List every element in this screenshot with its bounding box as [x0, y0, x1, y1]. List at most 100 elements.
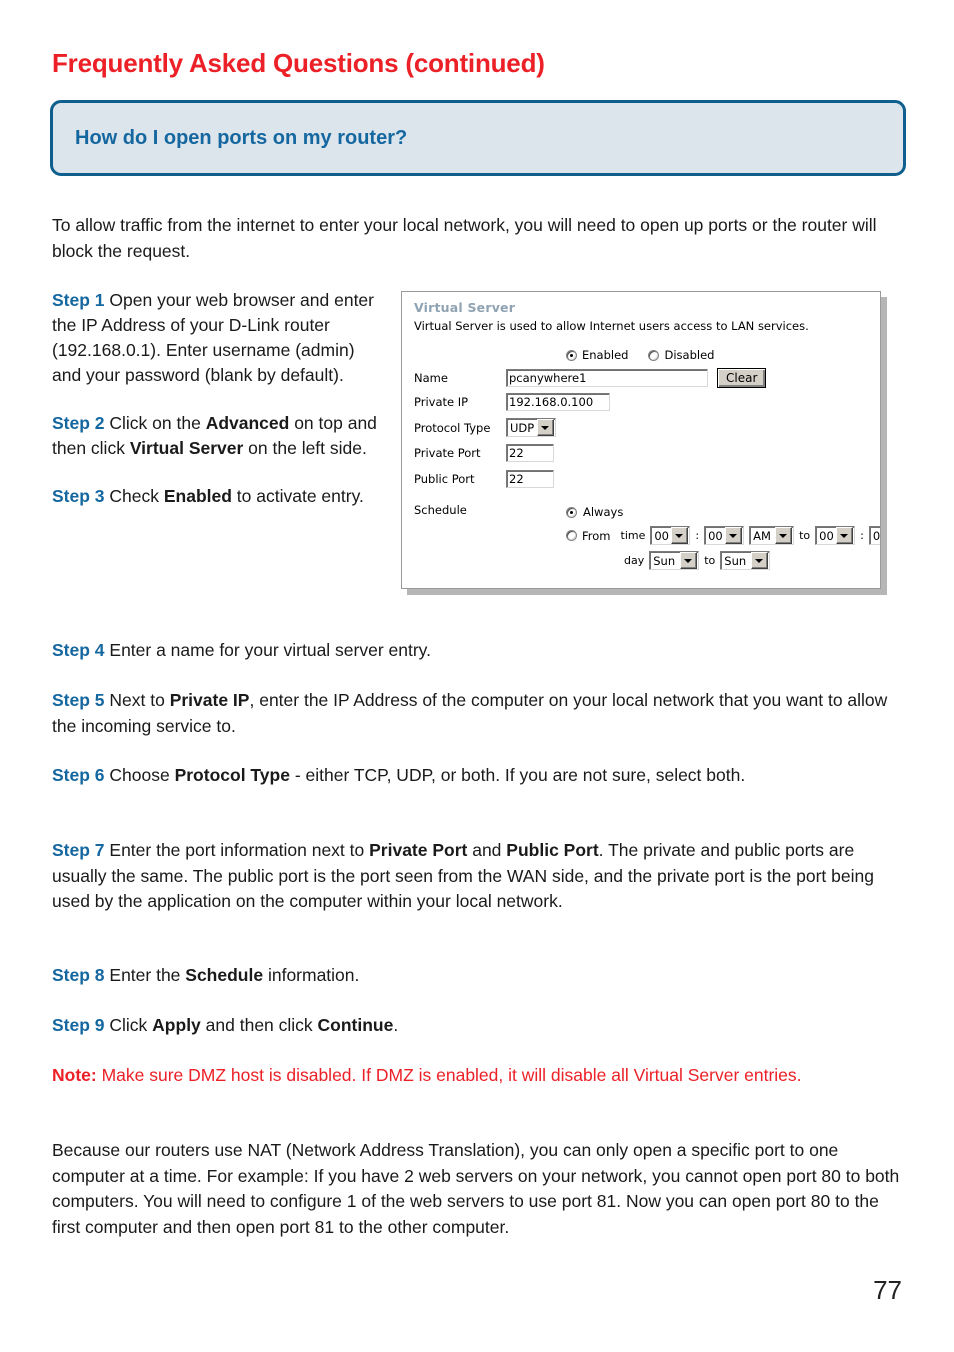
step-1: Step 1 Open your web browser and enter t…	[52, 288, 382, 388]
step-7-bold-public-port: Public Port	[506, 840, 599, 860]
public-port-input[interactable]: 22	[506, 470, 554, 488]
schedule-label: Schedule	[414, 503, 467, 517]
step-7-text-a: Enter the port information next to	[104, 840, 370, 860]
enable-disable-radio-group: Enabled Disabled	[566, 348, 714, 362]
private-ip-row: Private IP 192.168.0.100	[414, 393, 610, 411]
always-radio-label: Always	[583, 505, 624, 519]
from-minute-select[interactable]: 00	[704, 526, 745, 545]
note-text: Make sure DMZ host is disabled. If DMZ i…	[96, 1065, 802, 1085]
clear-button[interactable]: Clear	[717, 368, 767, 388]
to-hour-value: 00	[819, 528, 834, 543]
disabled-radio-label: Disabled	[664, 348, 715, 362]
schedule-day-row: day Sun to Sun	[624, 551, 771, 570]
step-9: Step 9 Click Apply and then click Contin…	[52, 1013, 904, 1039]
step-6: Step 6 Choose Protocol Type - either TCP…	[52, 763, 904, 789]
step-8-label: Step 8	[52, 965, 105, 985]
to-minute-value: 00	[872, 528, 881, 543]
chevron-down-icon[interactable]	[751, 552, 769, 569]
step-3: Step 3 Check Enabled to activate entry.	[52, 484, 382, 509]
disabled-radio[interactable]	[648, 349, 660, 361]
step-5-text-a: Next to	[104, 690, 170, 710]
from-day-select[interactable]: Sun	[649, 551, 700, 570]
note-label: Note:	[52, 1065, 97, 1085]
step-3-text-c: to activate entry.	[231, 486, 364, 506]
step-5-label: Step 5	[52, 690, 105, 710]
name-row: Name pcanywhere1 Clear	[414, 368, 767, 388]
enabled-radio-label: Enabled	[582, 348, 629, 362]
step-9-text-c: .	[393, 1015, 399, 1035]
step-2-label: Step 2	[52, 413, 105, 433]
name-input[interactable]: pcanywhere1	[506, 369, 708, 387]
step-3-bold-enabled: Enabled	[163, 486, 232, 506]
private-port-input[interactable]: 22	[506, 444, 554, 462]
public-port-label: Public Port	[414, 472, 475, 486]
intro-paragraph: To allow traffic from the internet to en…	[52, 215, 877, 261]
chevron-down-icon[interactable]	[680, 552, 698, 569]
from-minute-value: 00	[708, 528, 723, 543]
chevron-down-icon[interactable]	[671, 527, 689, 544]
schedule-row: Schedule	[414, 503, 506, 517]
from-radio-label: From	[582, 528, 611, 543]
step-2-bold-advanced: Advanced	[205, 413, 290, 433]
step-5-bold-private-ip: Private IP	[169, 690, 250, 710]
from-hour-select[interactable]: 00	[650, 526, 691, 545]
from-day-value: Sun	[653, 553, 676, 568]
step-7-label: Step 7	[52, 840, 105, 860]
step-2-bold-virtual-server: Virtual Server	[129, 438, 244, 458]
private-ip-input[interactable]: 192.168.0.100	[506, 393, 610, 411]
enabled-radio[interactable]	[566, 349, 577, 361]
day-to-label: to	[704, 554, 716, 567]
step-7-text-b: and	[467, 840, 507, 860]
note-block: Note: Make sure DMZ host is disabled. If…	[52, 1063, 904, 1089]
question-heading: How do I open ports on my router?	[75, 126, 408, 149]
time-colon-1: :	[695, 529, 700, 542]
step-9-bold-apply: Apply	[152, 1015, 201, 1035]
time-colon-2: :	[860, 529, 864, 542]
step-9-text-b: and then click	[200, 1015, 318, 1035]
always-radio[interactable]	[566, 506, 577, 518]
step-8-text-a: Enter the	[104, 965, 186, 985]
steps-left-column: Step 1 Open your web browser and enter t…	[52, 288, 382, 509]
page-title: Frequently Asked Questions (continued)	[52, 48, 545, 78]
step-9-label: Step 9	[52, 1015, 105, 1035]
time-label: time	[620, 529, 646, 542]
chevron-down-icon[interactable]	[537, 419, 554, 436]
step-8-text-c: information.	[263, 965, 360, 985]
from-ampm-value: AM	[753, 528, 771, 543]
step-5: Step 5 Next to Private IP, enter the IP …	[52, 688, 904, 739]
step-3-text-a: Check	[104, 486, 164, 506]
panel-subtitle: Virtual Server is used to allow Internet…	[414, 319, 809, 333]
protocol-type-select[interactable]: UDP	[506, 418, 556, 437]
closing-paragraph: Because our routers use NAT (Network Add…	[52, 1140, 900, 1237]
step-6-text-c: - either TCP, UDP, or both. If you are n…	[289, 765, 746, 785]
to-day-select[interactable]: Sun	[720, 551, 771, 570]
from-hour-value: 00	[654, 528, 669, 543]
schedule-always-option: Always	[566, 505, 623, 519]
step-6-bold-protocol-type: Protocol Type	[174, 765, 290, 785]
question-banner: How do I open ports on my router?	[50, 100, 906, 176]
step-4: Step 4 Enter a name for your virtual ser…	[52, 638, 904, 664]
to-day-value: Sun	[724, 553, 747, 568]
from-radio[interactable]	[566, 530, 577, 541]
private-port-label: Private Port	[414, 446, 481, 460]
step-9-bold-continue: Continue	[317, 1015, 394, 1035]
step-7: Step 7 Enter the port information next t…	[52, 838, 904, 915]
step-3-label: Step 3	[52, 486, 105, 506]
step-2-text-c: on the left side.	[243, 438, 367, 458]
step-2-text-a: Click on the	[104, 413, 206, 433]
chevron-down-icon[interactable]	[775, 527, 793, 544]
private-ip-label: Private IP	[414, 395, 469, 409]
to-hour-select[interactable]: 00	[815, 526, 856, 545]
private-port-row: Private Port 22	[414, 444, 554, 462]
time-to-label: to	[799, 529, 811, 542]
panel-title: Virtual Server	[414, 300, 516, 315]
step-8-bold-schedule: Schedule	[185, 965, 264, 985]
public-port-row: Public Port 22	[414, 470, 554, 488]
protocol-type-label: Protocol Type	[414, 420, 491, 435]
day-label: day	[624, 554, 645, 567]
schedule-from-option: From time 00 : 00 AM to 00: 0	[566, 526, 881, 545]
to-minute-select[interactable]: 00	[868, 526, 881, 545]
from-ampm-select[interactable]: AM	[749, 526, 795, 545]
chevron-down-icon[interactable]	[836, 527, 854, 544]
chevron-down-icon[interactable]	[725, 527, 743, 544]
